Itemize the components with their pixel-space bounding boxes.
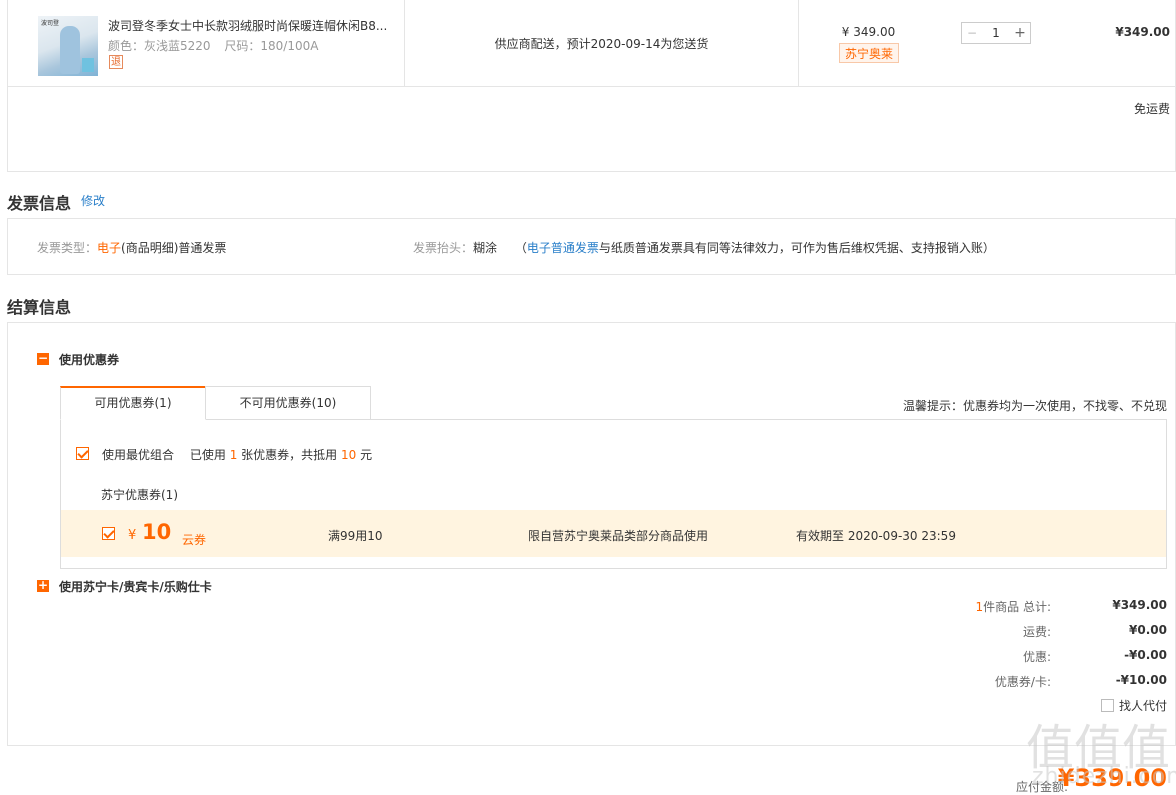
e-invoice-link[interactable]: 电子普通发票 bbox=[527, 241, 599, 255]
tab-unavailable-label: 不可用优惠券(10) bbox=[239, 396, 337, 410]
product-subtotal: ¥349.00 bbox=[1115, 25, 1170, 39]
best-combo-checkbox[interactable] bbox=[76, 447, 89, 460]
increment-button[interactable]: + bbox=[1010, 25, 1030, 41]
summary-coupon-label: 优惠券/卡: bbox=[994, 675, 1051, 689]
thumbnail-shoe bbox=[82, 58, 94, 72]
best-combo-row: 使用最优组合 已使用 1 张优惠券，共抵用 10 元 bbox=[102, 446, 372, 463]
coupon-scope: 限自营苏宁奥莱品类部分商品使用 bbox=[528, 529, 709, 543]
invoice-note: （电子普通发票与纸质普通发票具有同等法律效力，可作为售后维权凭据、支持报销入账） bbox=[515, 241, 995, 255]
color-value: 灰浅蓝5220 bbox=[144, 39, 211, 53]
shipping-note: 免运费 bbox=[1133, 102, 1170, 116]
invoice-type: 发票类型：电子(商品明细)普通发票 bbox=[37, 239, 226, 256]
invoice-header: 发票抬头：糊涂 （电子普通发票与纸质普通发票具有同等法律效力，可作为售后维权凭据… bbox=[413, 239, 995, 256]
size-label: 尺码： bbox=[224, 39, 261, 53]
coupon-group-title: 苏宁优惠券(1) bbox=[101, 488, 178, 502]
invoice-edit-link[interactable]: 修改 bbox=[81, 192, 105, 209]
invoice-note-text: 与纸质普通发票具有同等法律效力，可作为售后维权凭据、支持报销入账） bbox=[598, 241, 995, 255]
summary-discount: -¥0.00 bbox=[1124, 648, 1167, 662]
coupon-amount: 10 bbox=[142, 520, 172, 544]
color-label: 颜色： bbox=[108, 39, 145, 53]
return-badge: 退 bbox=[109, 55, 123, 69]
used-count: 1 bbox=[229, 448, 238, 462]
used-mid: 张优惠券，共抵用 bbox=[241, 448, 338, 462]
settlement-title: 结算信息 bbox=[7, 298, 72, 317]
summary-shipping-label: 运费: bbox=[1022, 625, 1051, 639]
coupon-currency: ¥ bbox=[128, 528, 137, 543]
coupon-validity: 有效期至 2020-09-30 23:59 bbox=[796, 529, 956, 543]
invoice-note-open: （ bbox=[514, 241, 527, 255]
product-name[interactable]: 波司登冬季女士中长款羽绒服时尚保暖连帽休闲B8... bbox=[108, 17, 393, 34]
size-value: 180/100A bbox=[260, 39, 319, 53]
shipping-row bbox=[7, 86, 1176, 172]
product-attributes: 颜色：灰浅蓝5220 尺码：180/100A bbox=[108, 37, 318, 54]
invoice-type-value: (商品明细)普通发票 bbox=[121, 241, 227, 255]
best-combo-label[interactable]: 使用最优组合 bbox=[102, 448, 174, 462]
coupon-checkbox[interactable] bbox=[102, 527, 115, 540]
summary-count-suffix: 件商品 总计: bbox=[983, 600, 1051, 614]
delivery-info: 供应商配送，预计2020-09-14为您送货 bbox=[494, 37, 709, 51]
quantity-value[interactable]: 1 bbox=[982, 26, 1010, 40]
thumbnail-brand: 波司登 bbox=[41, 20, 60, 27]
card-section-label[interactable]: 使用苏宁卡/贵宾卡/乐购仕卡 bbox=[59, 578, 212, 595]
coupon-tip: 温馨提示：优惠券均为一次使用，不找零、不兑现 bbox=[902, 399, 1167, 413]
summary-count: 1 bbox=[975, 600, 984, 614]
coupon-section-label[interactable]: 使用优惠券 bbox=[59, 351, 119, 368]
decrement-button[interactable]: − bbox=[962, 26, 982, 40]
summary-coupon-value: -¥10.00 bbox=[1115, 673, 1167, 687]
invoice-header-label: 发票抬头： bbox=[413, 241, 474, 255]
summary-discount-label: 优惠: bbox=[1022, 650, 1051, 664]
summary-total: ¥349.00 bbox=[1112, 598, 1167, 612]
watermark-site: zhidezhi.com bbox=[1032, 764, 1176, 789]
coupon-type: 云券 bbox=[182, 533, 207, 547]
summary-count-row: 1件商品 总计: bbox=[976, 598, 1052, 615]
invoice-type-label: 发票类型： bbox=[37, 241, 98, 255]
invoice-title: 发票信息 bbox=[7, 194, 72, 213]
unit-price: ¥ 349.00 bbox=[841, 25, 896, 39]
summary-shipping: ¥0.00 bbox=[1129, 623, 1167, 637]
expand-icon[interactable]: + bbox=[37, 579, 49, 592]
divider bbox=[798, 0, 799, 87]
coupon-condition: 满99用10 bbox=[328, 529, 383, 543]
used-amount: 10 bbox=[341, 448, 357, 462]
tab-unavailable-coupons[interactable]: 不可用优惠券(10) bbox=[205, 386, 371, 419]
collapse-icon[interactable]: − bbox=[37, 352, 49, 365]
tab-available-label: 可用优惠券(1) bbox=[94, 396, 172, 410]
used-unit: 元 bbox=[360, 448, 373, 462]
tab-available-coupons[interactable]: 可用优惠券(1) bbox=[60, 386, 206, 420]
quantity-stepper[interactable]: − 1 + bbox=[961, 22, 1031, 44]
store-badge: 苏宁奥莱 bbox=[839, 43, 900, 63]
thumbnail-figure bbox=[60, 26, 80, 74]
invoice-header-value: 糊涂 bbox=[473, 241, 498, 255]
product-thumbnail[interactable]: 波司登 bbox=[38, 16, 98, 76]
invoice-type-highlight: 电子 bbox=[97, 241, 122, 255]
used-prefix: 已使用 bbox=[189, 448, 226, 462]
